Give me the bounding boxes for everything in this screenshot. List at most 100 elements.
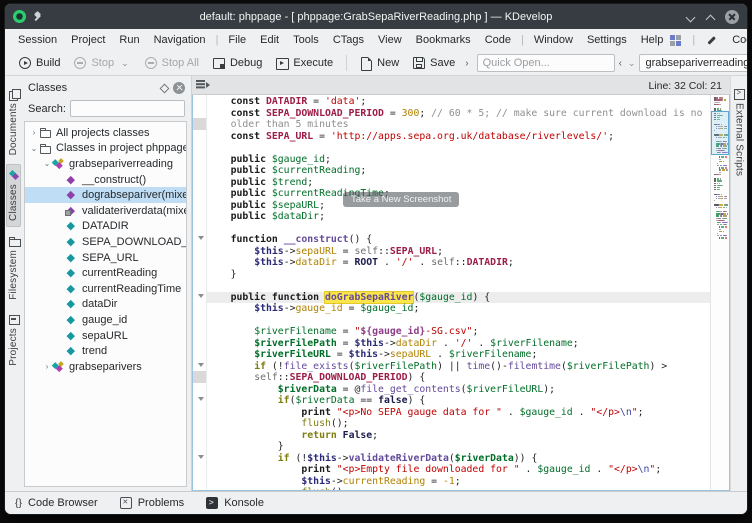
nav-dropdown-icon[interactable]: ⌄ <box>626 58 638 69</box>
toolbar-overflow-icon[interactable]: › <box>463 58 470 69</box>
gutter-row[interactable] <box>193 107 206 119</box>
code-line[interactable]: const DATADIR = 'data'; <box>207 96 710 108</box>
tree-item-datadir[interactable]: dataDir <box>25 297 186 313</box>
dock-tab-external-scripts[interactable]: External Scripts <box>733 84 746 181</box>
fold-arrow-icon[interactable] <box>198 363 204 367</box>
minimap-viewport[interactable] <box>711 111 729 155</box>
code-line[interactable]: $this->gauge_id = $gauge_id; <box>207 303 710 315</box>
fold-arrow-icon[interactable] <box>198 397 204 401</box>
code-line[interactable]: } <box>207 269 710 281</box>
gutter-row[interactable] <box>193 383 206 395</box>
code-line[interactable]: public function doGrabSepaRiver($gauge_i… <box>207 292 710 304</box>
code-line[interactable]: $this->dataDir = ROOT . '/' . self::DATA… <box>207 257 710 269</box>
code-line[interactable]: $this->sepaURL = self::SEPA_URL; <box>207 246 710 258</box>
gutter-row[interactable] <box>193 325 206 337</box>
gutter-row[interactable] <box>193 222 206 234</box>
code-line[interactable]: public $trend; <box>207 177 710 189</box>
dropdown-icon[interactable]: ⌄ <box>119 58 131 69</box>
gutter-row[interactable] <box>193 337 206 349</box>
dock-tab-filesystem[interactable]: Filesystem <box>7 231 20 305</box>
gutter-row[interactable] <box>193 440 206 452</box>
menu-help[interactable]: Help <box>634 32 671 48</box>
close-panel-icon[interactable] <box>173 82 185 94</box>
code-line[interactable]: $riverFilePath = $this->dataDir . '/' . … <box>207 338 710 350</box>
gutter-row[interactable] <box>193 130 206 142</box>
expander-icon[interactable]: ⌄ <box>42 159 52 168</box>
code-line[interactable]: print "<p>No SEPA gauge data for " . $ga… <box>207 407 710 419</box>
gutter-row[interactable] <box>193 118 206 130</box>
code-line[interactable]: if($riverData == false) { <box>207 395 710 407</box>
code-line[interactable]: print "<p>Empty file downloaded for " . … <box>207 464 710 476</box>
menu-bookmarks[interactable]: Bookmarks <box>409 32 478 48</box>
code-line[interactable]: public $currentReading; <box>207 165 710 177</box>
code-line[interactable]: public $gauge_id; <box>207 154 710 166</box>
tree-item-sepa_url[interactable]: SEPA_URL <box>25 250 186 266</box>
debug-button[interactable]: Debug <box>207 54 268 72</box>
code-line[interactable]: $this->currentReading = -1; <box>207 476 710 488</box>
gutter-row[interactable] <box>193 199 206 211</box>
maximize-icon[interactable] <box>705 11 716 22</box>
code-line[interactable]: if (!$this->validateRiverData($riverData… <box>207 453 710 465</box>
menu-navigation[interactable]: Navigation <box>147 32 213 48</box>
menu-ctags[interactable]: CTags <box>326 32 371 48</box>
gutter-row[interactable] <box>193 245 206 257</box>
tree-item-__construct-[interactable]: __construct() <box>25 172 186 188</box>
tree-item-currentreadingtime[interactable]: currentReadingTime <box>25 281 186 297</box>
code-line[interactable]: $riverFilename = "${gauge_id}-SG.csv"; <box>207 326 710 338</box>
minimize-icon[interactable] <box>685 11 696 22</box>
gutter-row[interactable] <box>193 176 206 188</box>
menu-tools[interactable]: Tools <box>286 32 326 48</box>
gutter-row[interactable] <box>193 360 206 372</box>
nav-back-icon[interactable]: ‹ <box>617 58 624 69</box>
code-menu-right[interactable]: Code <box>725 32 748 48</box>
dock-tab-classes[interactable]: Classes <box>6 164 21 227</box>
code-line[interactable]: flush(); <box>207 418 710 430</box>
tree-item-dograbsepariver-mixed-[interactable]: dograbsepariver(mixed) <box>25 187 186 203</box>
code-line[interactable]: public $dataDir; <box>207 211 710 223</box>
build-button[interactable]: Build <box>13 54 66 72</box>
gutter-row[interactable] <box>193 371 206 383</box>
code-line[interactable]: self::SEPA_DOWNLOAD_PERIOD) { <box>207 372 710 384</box>
gutter-row[interactable] <box>193 314 206 326</box>
gutter-row[interactable] <box>193 268 206 280</box>
menu-settings[interactable]: Settings <box>580 32 634 48</box>
menu-run[interactable]: Run <box>112 32 146 48</box>
close-icon[interactable] <box>725 10 739 24</box>
fold-arrow-icon[interactable] <box>198 294 204 298</box>
gutter-row[interactable] <box>193 279 206 291</box>
code-line[interactable]: const SEPA_DOWNLOAD_PERIOD = 300; // 60 … <box>207 108 710 120</box>
gutter-row[interactable] <box>193 429 206 441</box>
tree-item-grabsepariverreading[interactable]: ⌄grabsepariverreading <box>25 156 186 172</box>
save-button[interactable]: Save <box>407 54 461 72</box>
expander-icon[interactable]: › <box>29 128 39 137</box>
gutter-row[interactable] <box>193 486 206 498</box>
gutter-row[interactable] <box>193 302 206 314</box>
gutter-row[interactable] <box>193 291 206 303</box>
document-list-icon[interactable] <box>196 79 210 91</box>
gutter-row[interactable] <box>193 210 206 222</box>
menu-window[interactable]: Window <box>527 32 580 48</box>
menu-session[interactable]: Session <box>11 32 64 48</box>
code-line[interactable]: } <box>207 441 710 453</box>
gutter-row[interactable] <box>193 95 206 107</box>
gutter-row[interactable] <box>193 256 206 268</box>
code-line[interactable]: if (!file_exists($riverFilePath) || time… <box>207 361 710 373</box>
tree-item-trend[interactable]: trend <box>25 343 186 359</box>
statusbar-code-browser-button[interactable]: {}Code Browser <box>15 497 98 509</box>
code-line[interactable]: function __construct() { <box>207 234 710 246</box>
editor-gutter[interactable] <box>193 95 207 490</box>
code-line[interactable]: const SEPA_URL = 'http://apps.sepa.org.u… <box>207 131 710 143</box>
tree-item-all-projects-classes[interactable]: ›All projects classes <box>25 125 186 141</box>
dock-tab-documents[interactable]: Documents <box>7 84 20 160</box>
code-line[interactable] <box>207 315 710 327</box>
tree-item-sepa_download_period[interactable]: SEPA_DOWNLOAD_PERIOD <box>25 234 186 250</box>
code-line[interactable]: return False; <box>207 430 710 442</box>
expander-icon[interactable]: ⌄ <box>29 144 39 153</box>
code-line[interactable] <box>207 223 710 235</box>
tree-item-sepaurl[interactable]: sepaURL <box>25 328 186 344</box>
gutter-row[interactable] <box>193 394 206 406</box>
code-line[interactable]: $riverData = @file_get_contents($riverFi… <box>207 384 710 396</box>
gutter-row[interactable] <box>193 141 206 153</box>
execute-button[interactable]: Execute <box>270 54 339 72</box>
gutter-row[interactable] <box>193 417 206 429</box>
